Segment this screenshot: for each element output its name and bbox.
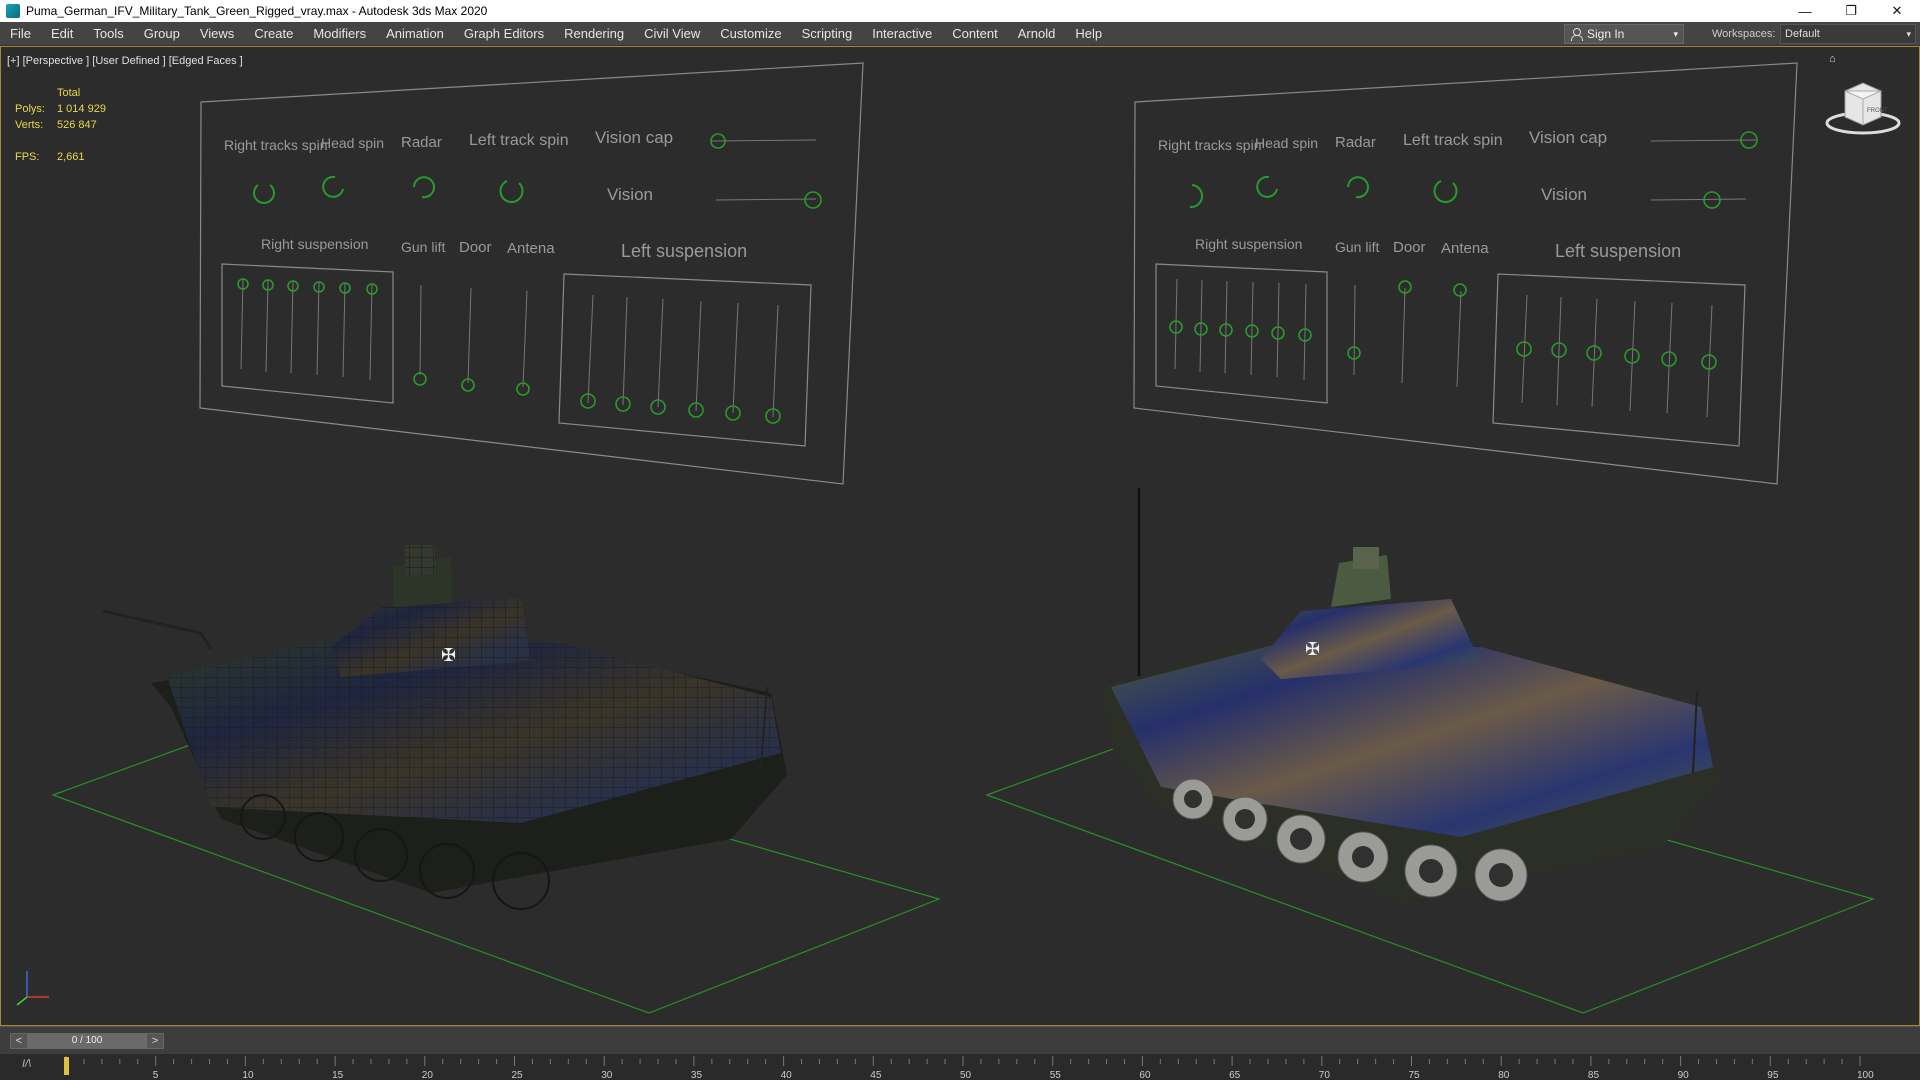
stats-total: Total: [57, 87, 81, 99]
stats-fps-label: FPS:: [15, 151, 40, 163]
menu-create[interactable]: Create: [244, 22, 303, 46]
frame-counter[interactable]: 0 / 100: [27, 1034, 147, 1048]
current-frame-marker[interactable]: [64, 1057, 69, 1075]
ruler-tick-label: 80: [1498, 1070, 1510, 1080]
user-icon: [1570, 28, 1583, 41]
menu-edit[interactable]: Edit: [41, 22, 83, 46]
menu-customize[interactable]: Customize: [710, 22, 791, 46]
stats-polys-label: Polys:: [15, 103, 45, 115]
ruler-tick-label: 75: [1409, 1070, 1421, 1080]
stats-verts-label: Verts:: [15, 119, 44, 131]
app-icon: [6, 4, 20, 18]
ruler-tick-label: 25: [512, 1070, 524, 1080]
curve-editor-icon[interactable]: I/\: [22, 1058, 31, 1070]
menu-content[interactable]: Content: [942, 22, 1008, 46]
menu-scripting[interactable]: Scripting: [792, 22, 863, 46]
ruler-tick-label: 90: [1678, 1070, 1690, 1080]
svg-text:✠: ✠: [441, 645, 456, 666]
home-icon[interactable]: ⌂: [1829, 53, 1836, 65]
ruler-tick-label: 45: [870, 1070, 882, 1080]
stats-verts-value: 526 847: [57, 119, 97, 131]
menu-file[interactable]: File: [0, 22, 41, 46]
ruler-tick-label: 35: [691, 1070, 703, 1080]
workspaces-value: Default: [1785, 28, 1820, 40]
menu-views[interactable]: Views: [190, 22, 244, 46]
menu-help[interactable]: Help: [1065, 22, 1112, 46]
time-slider-bar: < 0 / 100 > I/\ 5 10 15 20 25 30 35 40 45 50 55 60 6…: [0, 1026, 1920, 1080]
ruler-tick-label: 100: [1857, 1070, 1874, 1080]
chevron-down-icon: ▾: [1906, 29, 1911, 39]
ruler-tick-label: 60: [1139, 1070, 1151, 1080]
stats-polys-value: 1 014 929: [57, 103, 106, 115]
svg-text:✠: ✠: [1305, 639, 1320, 660]
control-panel-right: [1133, 62, 1798, 485]
time-slider[interactable]: < 0 / 100 >: [10, 1033, 164, 1049]
sign-in-button[interactable]: Sign In ▾: [1564, 24, 1684, 44]
frame-ruler[interactable]: 5 10 15 20 25 30 35 40 45 50 55 60 65 70 75 80 85 90 95 100: [62, 1054, 1874, 1080]
stats-fps-value: 2,661: [57, 151, 85, 163]
chevron-down-icon: ▾: [1673, 28, 1678, 39]
restore-button[interactable]: ❐: [1828, 0, 1874, 22]
sign-in-label: Sign In: [1587, 27, 1625, 41]
menu-bar: File Edit Tools Group Views Create Modif…: [0, 22, 1920, 46]
ruler-tick-label: 65: [1229, 1070, 1241, 1080]
window-title: Puma_German_IFV_Military_Tank_Green_Rigg…: [26, 4, 488, 18]
menu-civil-view[interactable]: Civil View: [634, 22, 710, 46]
tank-wireframe: ✠: [102, 545, 787, 910]
ruler-tick-label: 55: [1050, 1070, 1062, 1080]
menu-arnold[interactable]: Arnold: [1008, 22, 1066, 46]
menu-animation[interactable]: Animation: [376, 22, 454, 46]
title-bar: Puma_German_IFV_Military_Tank_Green_Rigg…: [0, 0, 1920, 22]
next-frame-button[interactable]: >: [147, 1034, 163, 1048]
ruler-tick-label: 30: [601, 1070, 613, 1080]
ruler-tick-label: 95: [1767, 1070, 1779, 1080]
ruler-tick-label: 85: [1588, 1070, 1600, 1080]
menu-modifiers[interactable]: Modifiers: [303, 22, 376, 46]
prev-frame-button[interactable]: <: [11, 1034, 27, 1048]
menu-tools[interactable]: Tools: [83, 22, 133, 46]
menu-interactive[interactable]: Interactive: [862, 22, 942, 46]
ruler-tick-label: 20: [422, 1070, 434, 1080]
track-bar[interactable]: I/\ 5 10 15 20 25 30 35 40 45 50 55 60 65 70 75 80 85 90 9…: [0, 1054, 1920, 1080]
ruler-tick-label: 5: [153, 1070, 159, 1080]
perspective-viewport[interactable]: ✠ ✠ Right tracks spin Head spin Radar Le…: [0, 46, 1920, 1026]
control-panel-left: [199, 62, 864, 485]
menu-graph-editors[interactable]: Graph Editors: [454, 22, 554, 46]
ruler-tick-label: 15: [332, 1070, 344, 1080]
ruler-tick-label: 70: [1319, 1070, 1331, 1080]
close-button[interactable]: ✕: [1874, 0, 1920, 22]
ruler-tick-label: 10: [242, 1070, 254, 1080]
scene-statistics: Total Polys: 1 014 929 Verts: 526 847 FPS:…: [15, 85, 106, 165]
menu-rendering[interactable]: Rendering: [554, 22, 634, 46]
axis-gizmo: [16, 971, 49, 1006]
workspaces-label: Workspaces:: [1712, 28, 1776, 40]
view-cube[interactable]: FRONT: [1821, 77, 1905, 137]
viewport-scene: ✠ ✠: [16, 62, 1875, 1014]
view-cube-front-label: FRONT: [1867, 108, 1888, 114]
workspaces-select[interactable]: Default ▾: [1780, 24, 1916, 44]
tank-shaded: ✠: [1101, 488, 1721, 903]
ruler-tick-label: 40: [781, 1070, 793, 1080]
menu-group[interactable]: Group: [134, 22, 190, 46]
ruler-tick-label: 50: [960, 1070, 972, 1080]
viewport-label[interactable]: [+] [Perspective ] [User Defined ] [Edge…: [7, 55, 243, 67]
minimize-button[interactable]: —: [1782, 0, 1828, 22]
